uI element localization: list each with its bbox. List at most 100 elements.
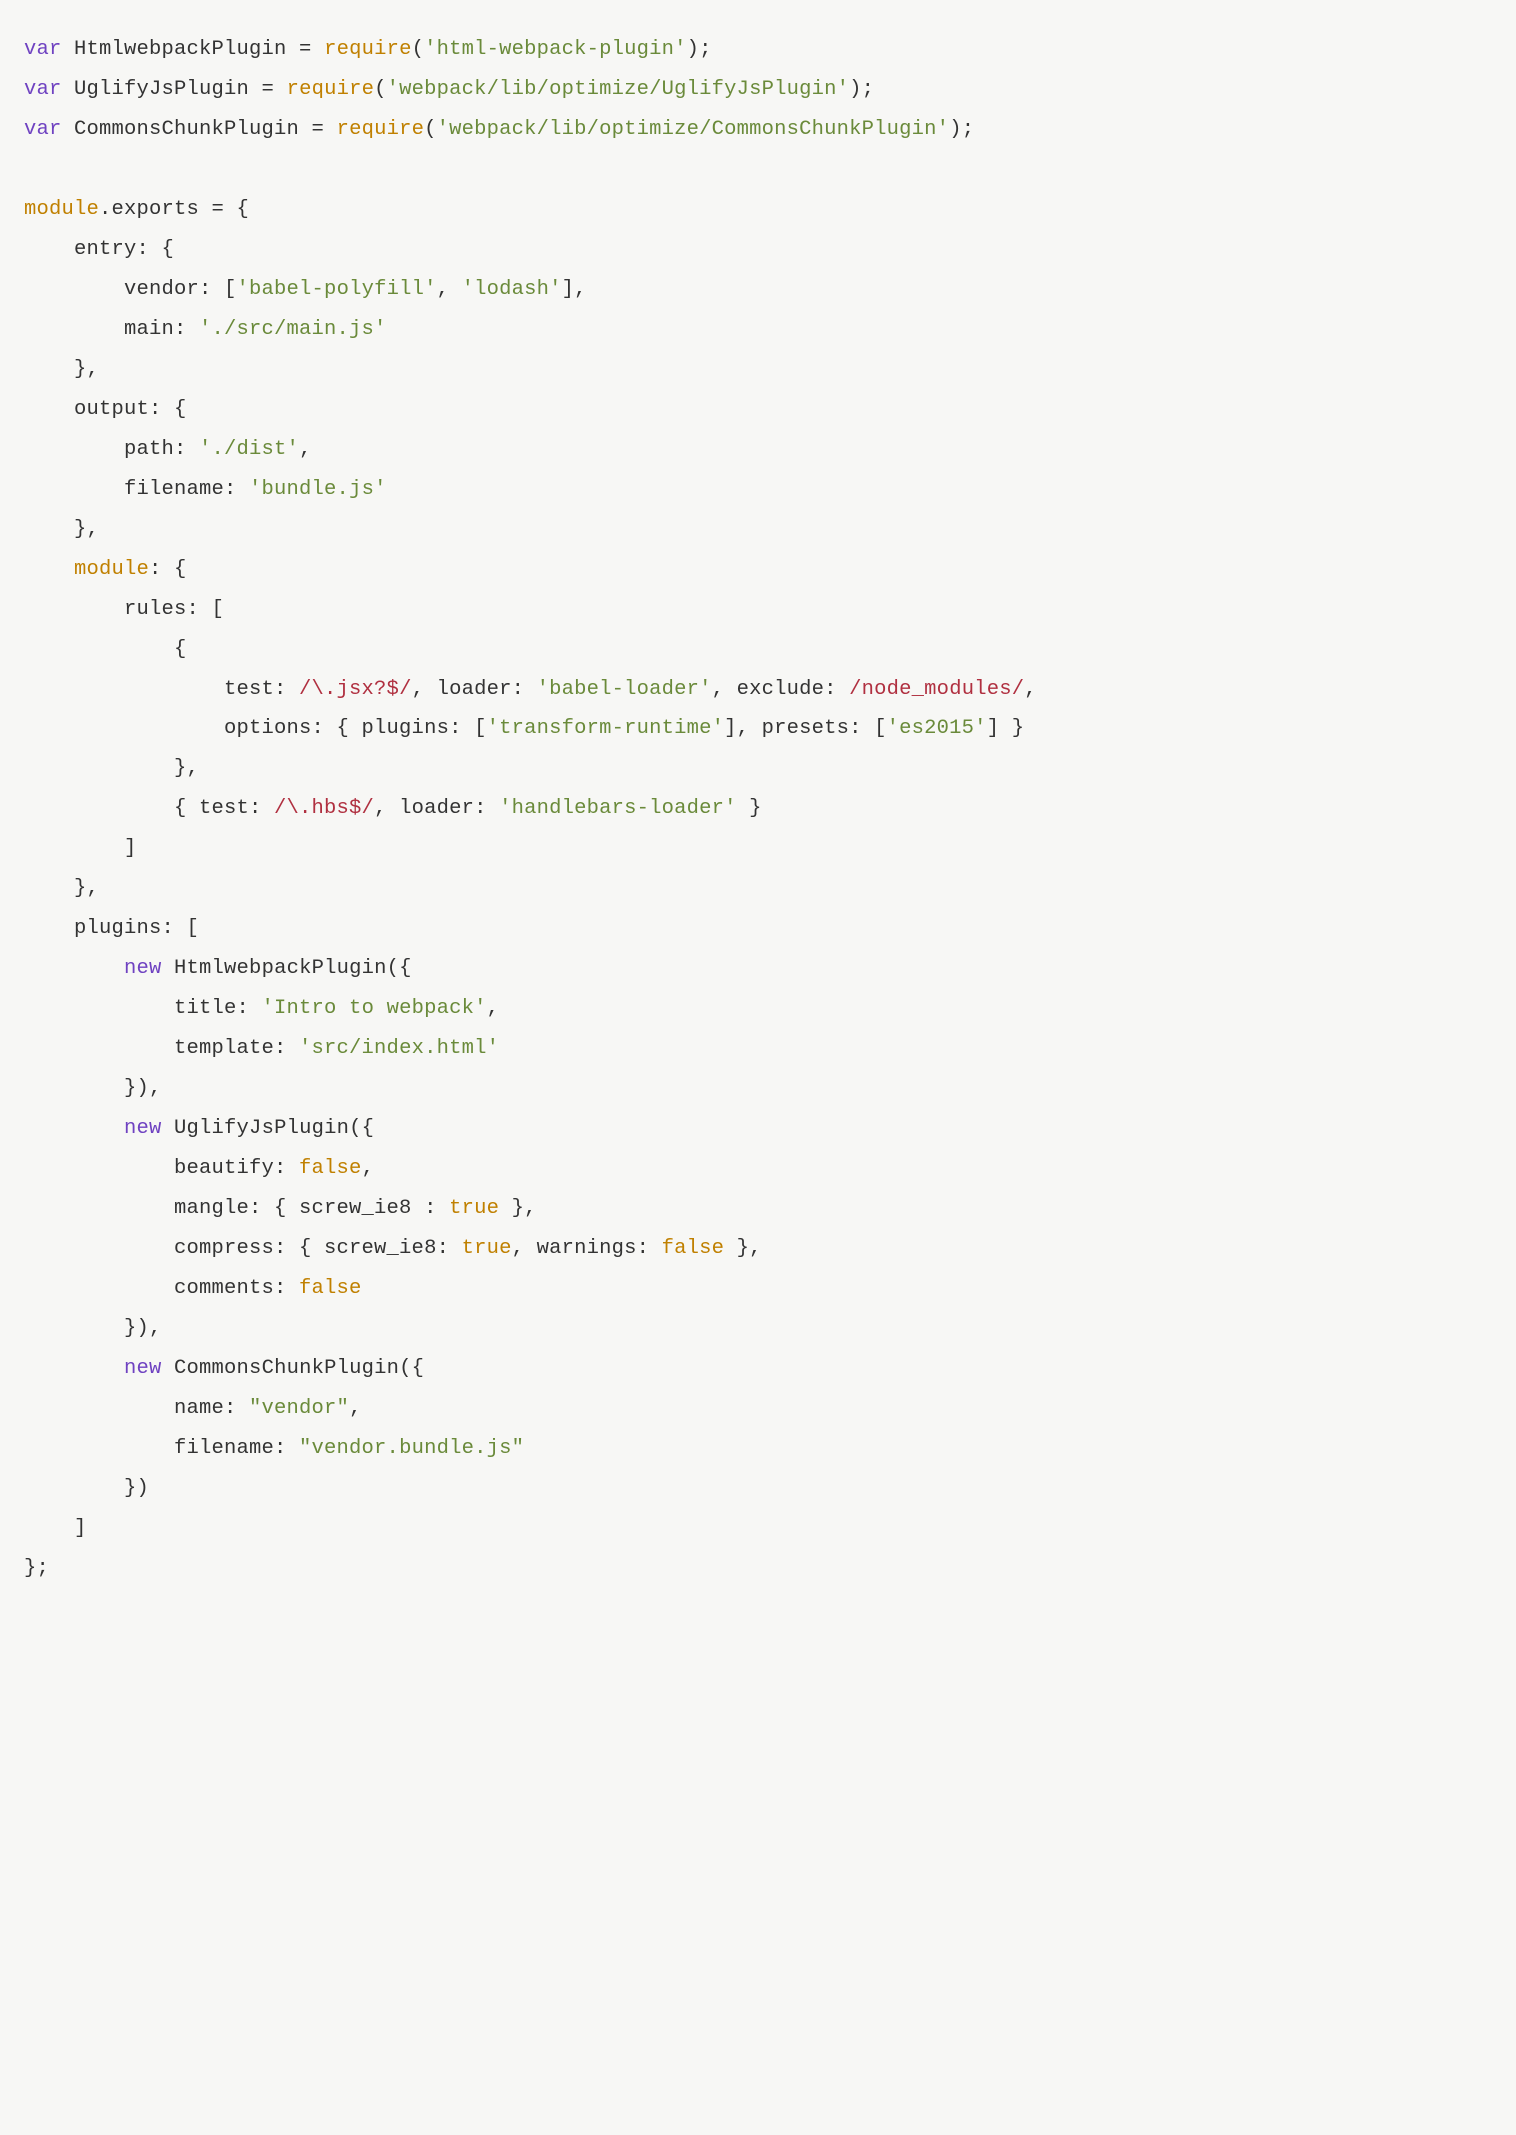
code-token-new: new: [124, 957, 162, 980]
code-token-punc: );: [949, 118, 974, 141]
code-token-id: entry: {: [24, 238, 174, 261]
code-token-re: /node_modules/: [849, 678, 1024, 701]
code-token-id: name:: [24, 1397, 249, 1420]
code-token-str: './src/main.js': [199, 318, 387, 341]
code-token-mod: module: [24, 198, 99, 221]
code-token-fn: require: [324, 38, 412, 61]
code-token-id: },: [24, 757, 199, 780]
code-token-new: new: [124, 1357, 162, 1380]
code-token-bool: false: [299, 1277, 362, 1300]
code-token-fn: require: [337, 118, 425, 141]
code-token-id: compress: { screw_ie8:: [24, 1237, 462, 1260]
code-token-id: },: [24, 877, 99, 900]
code-token-id: }),: [24, 1077, 162, 1100]
code-token-id: rules: [: [24, 598, 224, 621]
code-token-id: plugins: [: [24, 917, 199, 940]
code-token-bool: false: [662, 1237, 725, 1260]
code-token-str: 'src/index.html': [299, 1037, 499, 1060]
code-token-id: title:: [24, 997, 262, 1020]
code-token-id: },: [24, 358, 99, 381]
code-token-id: beautify:: [24, 1157, 299, 1180]
code-token-id: [24, 558, 74, 581]
code-token-id: filename:: [24, 478, 249, 501]
code-block: var HtmlwebpackPlugin = require('html-we…: [24, 30, 1492, 1589]
code-token-str: 'babel-polyfill': [237, 278, 437, 301]
code-token-id: ] }: [987, 717, 1025, 740]
code-token-id: },: [24, 518, 99, 541]
code-token-id: mangle: { screw_ie8 :: [24, 1197, 449, 1220]
code-token-id: ], presets: [: [724, 717, 887, 740]
code-token-id: , loader:: [374, 797, 499, 820]
code-token-id: template:: [24, 1037, 299, 1060]
code-token-str: 'lodash': [462, 278, 562, 301]
code-token-str: 'handlebars-loader': [499, 797, 737, 820]
code-token-punc: (: [424, 118, 437, 141]
code-token-str: 'Intro to webpack': [262, 997, 487, 1020]
code-token-id: ,: [362, 1157, 375, 1180]
code-token-str: 'webpack/lib/optimize/UglifyJsPlugin': [387, 78, 850, 101]
code-token-str: 'es2015': [887, 717, 987, 740]
code-token-id: {: [24, 638, 187, 661]
code-token-str: "vendor": [249, 1397, 349, 1420]
code-token-kw: var: [24, 118, 62, 141]
code-token-id: ,: [1024, 678, 1037, 701]
code-token-id: { test:: [24, 797, 274, 820]
code-token-bool: true: [462, 1237, 512, 1260]
code-token-id: test:: [24, 678, 299, 701]
code-token-punc: (: [412, 38, 425, 61]
code-token-id: };: [24, 1557, 49, 1580]
code-token-id: ,: [487, 997, 500, 1020]
code-token-id: , loader:: [412, 678, 537, 701]
code-token-punc: );: [687, 38, 712, 61]
code-token-id: output: {: [24, 398, 187, 421]
code-token-bool: true: [449, 1197, 499, 1220]
code-token-mod: module: [74, 558, 149, 581]
code-token-id: [24, 957, 124, 980]
code-token-id: .exports = {: [99, 198, 249, 221]
code-token-id: vendor: [: [24, 278, 237, 301]
code-token-id: path:: [24, 438, 199, 461]
code-token-id: }),: [24, 1317, 162, 1340]
code-token-kw: var: [24, 38, 62, 61]
code-token-id: , exclude:: [712, 678, 850, 701]
code-token-id: }): [24, 1477, 149, 1500]
code-token-kw: var: [24, 78, 62, 101]
code-token-id: , warnings:: [512, 1237, 662, 1260]
code-token-punc: (: [374, 78, 387, 101]
code-token-id: }: [737, 797, 762, 820]
code-token-fn: require: [287, 78, 375, 101]
code-token-id: ]: [24, 837, 137, 860]
code-token-id: [24, 1357, 124, 1380]
code-token-id: CommonsChunkPlugin =: [62, 118, 337, 141]
code-token-id: UglifyJsPlugin({: [162, 1117, 375, 1140]
code-token-str: 'webpack/lib/optimize/CommonsChunkPlugin…: [437, 118, 950, 141]
code-token-id: : {: [149, 558, 187, 581]
code-token-id: ]: [24, 1517, 87, 1540]
code-token-id: [24, 1117, 124, 1140]
code-token-re: /\.jsx?$/: [299, 678, 412, 701]
code-token-id: comments:: [24, 1277, 299, 1300]
code-token-id: CommonsChunkPlugin({: [162, 1357, 425, 1380]
code-token-bool: false: [299, 1157, 362, 1180]
code-token-str: "vendor.bundle.js": [299, 1437, 524, 1460]
code-token-str: './dist': [199, 438, 299, 461]
code-token-id: options: { plugins: [: [24, 717, 487, 740]
code-token-id: ,: [299, 438, 312, 461]
code-token-str: 'babel-loader': [537, 678, 712, 701]
code-token-id: },: [724, 1237, 762, 1260]
code-token-id: ,: [349, 1397, 362, 1420]
code-token-id: },: [499, 1197, 537, 1220]
code-token-id: UglifyJsPlugin =: [62, 78, 287, 101]
code-token-id: ,: [437, 278, 462, 301]
code-token-str: 'html-webpack-plugin': [424, 38, 687, 61]
code-token-id: HtmlwebpackPlugin({: [162, 957, 412, 980]
code-token-re: /\.hbs$/: [274, 797, 374, 820]
code-token-id: main:: [24, 318, 199, 341]
code-token-punc: );: [849, 78, 874, 101]
code-token-id: HtmlwebpackPlugin =: [62, 38, 325, 61]
code-token-str: 'transform-runtime': [487, 717, 725, 740]
code-token-id: ],: [562, 278, 587, 301]
code-token-id: filename:: [24, 1437, 299, 1460]
code-token-new: new: [124, 1117, 162, 1140]
code-token-str: 'bundle.js': [249, 478, 387, 501]
